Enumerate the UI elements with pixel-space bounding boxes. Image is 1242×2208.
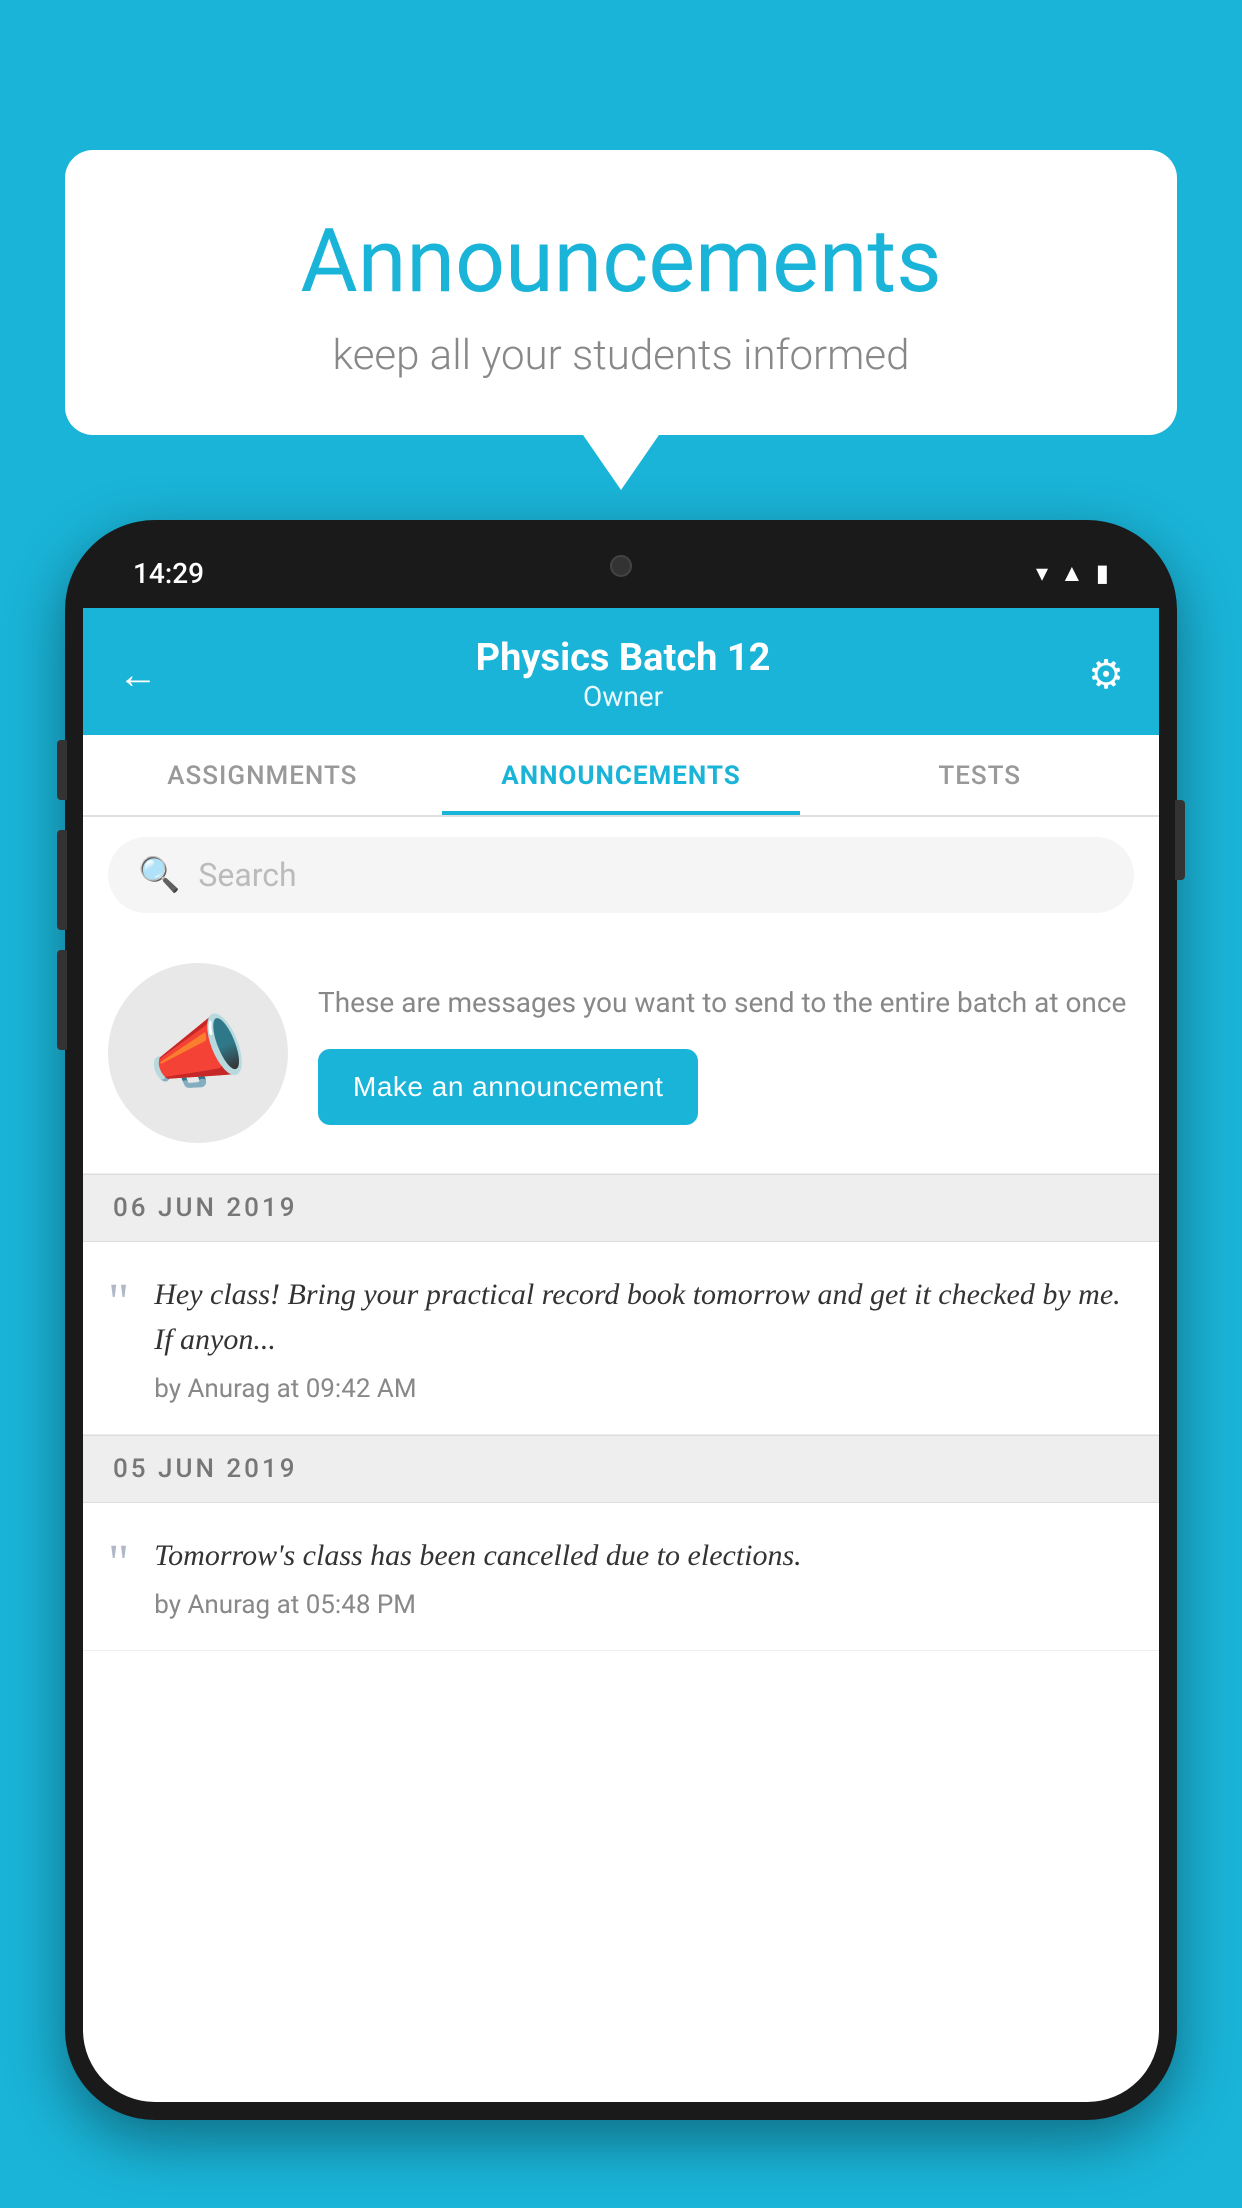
announcement-content-2: Tomorrow's class has been cancelled due … — [154, 1533, 1134, 1620]
make-announcement-button[interactable]: Make an announcement — [318, 1049, 698, 1125]
header-title: Physics Batch 12 — [476, 636, 771, 680]
date-separator-2: 05 JUN 2019 — [83, 1435, 1159, 1503]
tab-assignments[interactable]: ASSIGNMENTS — [83, 735, 442, 815]
tabs-row: ASSIGNMENTS ANNOUNCEMENTS TESTS — [83, 735, 1159, 817]
phone-outer: 14:29 ▾ ▲ ▮ ← Physics Batch 12 Owner ⚙ — [65, 520, 1177, 2120]
announcement-text-2: Tomorrow's class has been cancelled due … — [154, 1533, 1134, 1578]
phone-power-button — [1175, 800, 1185, 880]
phone-mute-button — [57, 740, 67, 800]
status-time: 14:29 — [133, 557, 204, 590]
tab-announcements[interactable]: ANNOUNCEMENTS — [442, 735, 801, 815]
app-header: ← Physics Batch 12 Owner ⚙ — [83, 608, 1159, 735]
announcement-content-1: Hey class! Bring your practical record b… — [154, 1272, 1134, 1404]
phone-camera — [610, 555, 632, 577]
speech-bubble-title: Announcements — [115, 210, 1127, 313]
promo-description: These are messages you want to send to t… — [318, 982, 1134, 1024]
speech-bubble: Announcements keep all your students inf… — [65, 150, 1177, 435]
tab-tests[interactable]: TESTS — [800, 735, 1159, 815]
search-icon: 🔍 — [138, 855, 180, 895]
status-bar: 14:29 ▾ ▲ ▮ — [83, 538, 1159, 608]
promo-icon-circle: 📣 — [108, 963, 288, 1143]
announcement-meta-2: by Anurag at 05:48 PM — [154, 1590, 1134, 1620]
date-separator-1: 06 JUN 2019 — [83, 1174, 1159, 1242]
phone-container: 14:29 ▾ ▲ ▮ ← Physics Batch 12 Owner ⚙ — [65, 520, 1177, 2208]
speech-bubble-container: Announcements keep all your students inf… — [65, 150, 1177, 435]
search-bar[interactable]: 🔍 Search — [108, 837, 1134, 913]
megaphone-icon: 📣 — [148, 1006, 248, 1100]
quote-icon-1: " — [108, 1277, 129, 1404]
promo-block: 📣 These are messages you want to send to… — [83, 933, 1159, 1174]
phone-volume-up-button — [57, 830, 67, 930]
promo-text-group: These are messages you want to send to t… — [318, 982, 1134, 1125]
gear-icon[interactable]: ⚙ — [1088, 651, 1124, 698]
announcement-item-2: " Tomorrow's class has been cancelled du… — [83, 1503, 1159, 1651]
phone-notch — [531, 538, 711, 593]
phone-screen: ← Physics Batch 12 Owner ⚙ ASSIGNMENTS A… — [83, 608, 1159, 2102]
back-button[interactable]: ← — [118, 651, 158, 698]
search-placeholder: Search — [198, 856, 296, 894]
battery-icon: ▮ — [1096, 559, 1109, 587]
header-subtitle: Owner — [476, 680, 771, 713]
status-icons: ▾ ▲ ▮ — [1036, 559, 1109, 588]
announcement-item-1: " Hey class! Bring your practical record… — [83, 1242, 1159, 1435]
speech-bubble-subtitle: keep all your students informed — [115, 331, 1127, 380]
wifi-icon: ▾ — [1036, 559, 1048, 587]
signal-icon: ▲ — [1060, 559, 1084, 588]
header-title-group: Physics Batch 12 Owner — [476, 636, 771, 713]
announcement-text-1: Hey class! Bring your practical record b… — [154, 1272, 1134, 1362]
search-container: 🔍 Search — [83, 817, 1159, 933]
quote-icon-2: " — [108, 1538, 129, 1620]
phone-volume-down-button — [57, 950, 67, 1050]
announcement-meta-1: by Anurag at 09:42 AM — [154, 1374, 1134, 1404]
